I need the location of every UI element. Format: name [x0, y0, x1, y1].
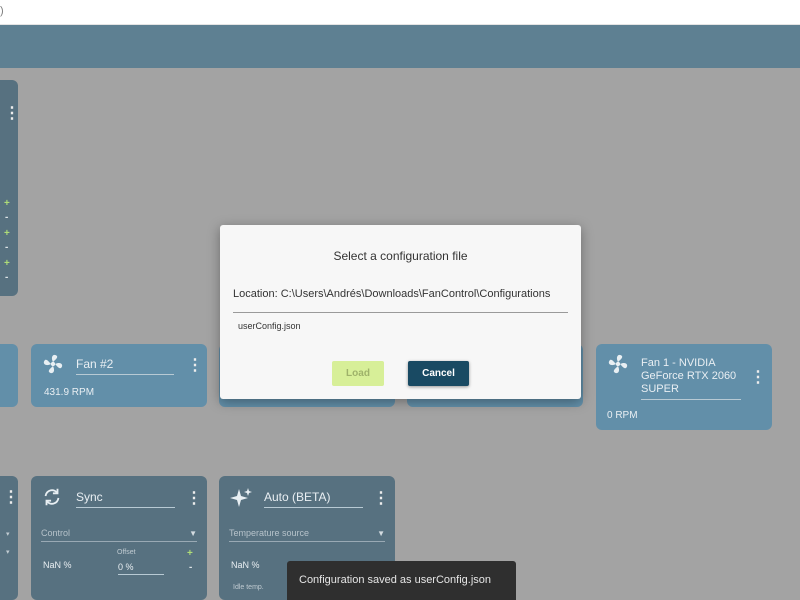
select-config-dialog: Select a configuration file Location: C:… [220, 225, 581, 399]
dialog-location: Location: C:\Users\Andrés\Downloads\FanC… [233, 288, 551, 300]
snackbar: Configuration saved as userConfig.json [287, 561, 516, 600]
dialog-title: Select a configuration file [333, 249, 468, 263]
dialog-divider [233, 312, 568, 313]
cancel-button[interactable]: Cancel [408, 361, 469, 386]
config-file-item[interactable]: userConfig.json [238, 321, 301, 331]
load-button[interactable]: Load [332, 361, 384, 386]
